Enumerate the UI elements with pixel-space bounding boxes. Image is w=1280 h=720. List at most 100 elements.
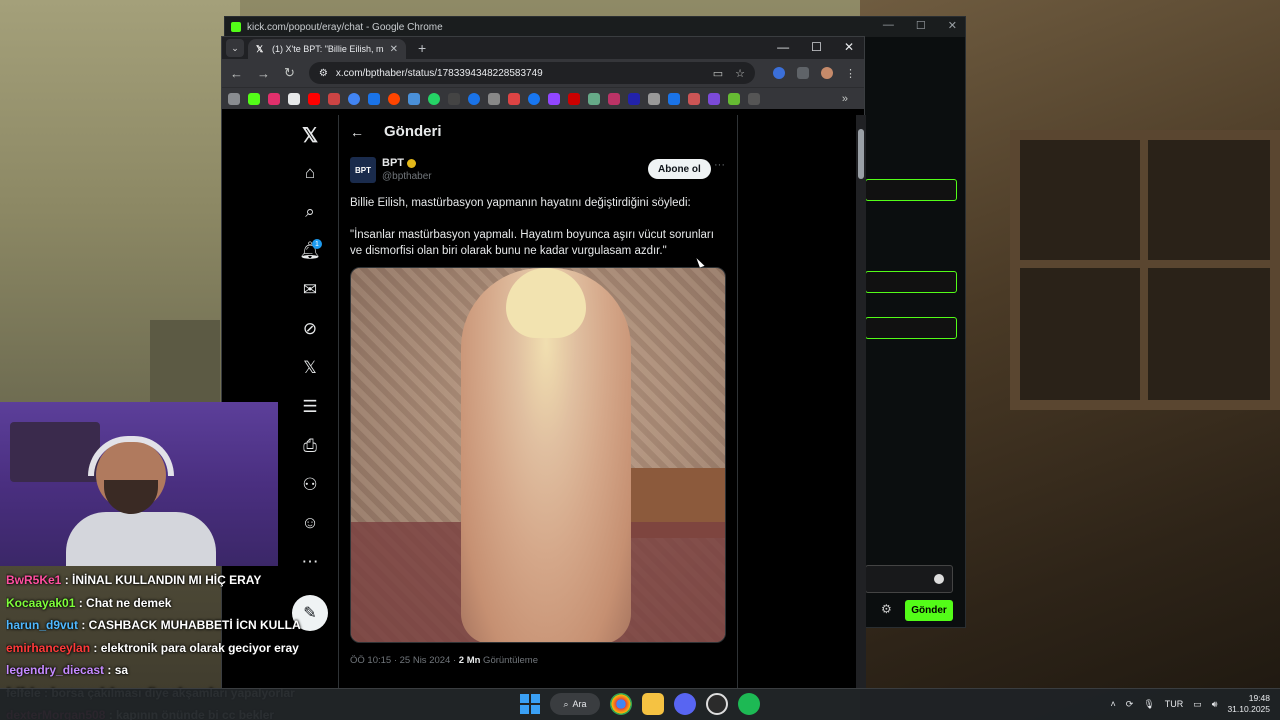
bookmark-icon[interactable] <box>608 92 620 105</box>
file-explorer-icon[interactable] <box>642 693 664 715</box>
chrome-window[interactable]: ⌄ 𝕏 (1) X'te BPT: "Billie Eilish, mastü … <box>221 36 866 689</box>
back-icon[interactable]: ← <box>230 66 243 81</box>
send-button[interactable]: Gönder <box>905 600 953 621</box>
close-tab-icon[interactable]: ✕ <box>390 44 398 55</box>
address-bar[interactable]: ⚙ x.com/bpthaber/status/1783394348228583… <box>308 62 755 84</box>
post-timestamp[interactable]: ÖÖ 10:15 · 25 Nis 2024 · <box>350 655 459 666</box>
forward-icon[interactable]: → <box>257 66 270 81</box>
author-handle[interactable]: @bpthaber <box>382 171 432 182</box>
maximize-icon[interactable]: ☐ <box>916 19 926 32</box>
lists-icon[interactable]: ☰ <box>296 393 324 421</box>
premium-icon[interactable]: 𝕏 <box>296 354 324 382</box>
reload-icon[interactable]: ↻ <box>284 65 295 81</box>
webcam-shelf <box>10 422 100 482</box>
page-title: Gönderi <box>384 123 442 140</box>
gear-icon[interactable]: ⚙ <box>881 602 892 616</box>
bookmark-icon[interactable] <box>648 92 660 105</box>
bookmark-icon[interactable] <box>568 92 580 105</box>
minimize-icon[interactable]: — <box>777 40 789 54</box>
sync-icon[interactable]: ⟳ <box>1126 699 1134 710</box>
post-image[interactable] <box>350 267 726 643</box>
clock-time: 19:48 <box>1248 693 1270 703</box>
kick-input-field[interactable] <box>865 179 957 201</box>
tab-search-icon[interactable]: ⌄ <box>226 39 244 57</box>
extension-icon[interactable] <box>773 67 785 79</box>
taskbar-search[interactable]: ⌕ Ara <box>550 693 600 715</box>
avatar[interactable] <box>821 67 833 79</box>
obs-icon[interactable] <box>706 693 728 715</box>
apps-grid-icon[interactable] <box>228 92 240 105</box>
menu-dots-icon[interactable]: ⋮ <box>845 67 856 80</box>
bookmark-icon[interactable] <box>468 92 480 105</box>
close-icon[interactable]: ✕ <box>844 40 854 54</box>
avatar[interactable]: BPT <box>350 157 376 183</box>
kick-bookmark-icon[interactable] <box>248 92 260 105</box>
reddit-bookmark-icon[interactable] <box>388 92 400 105</box>
volume-icon[interactable]: 🔊︎ <box>1212 699 1218 710</box>
taskbar-search-label: Ara <box>572 699 587 709</box>
back-arrow-icon[interactable]: ← <box>350 124 364 140</box>
bookmark-icon[interactable] <box>728 92 740 105</box>
background-window <box>1010 130 1280 410</box>
maximize-icon[interactable]: ☐ <box>811 40 822 54</box>
instagram-bookmark-icon[interactable] <box>268 92 280 105</box>
x-bookmark-icon[interactable] <box>288 92 300 105</box>
kick-input-field[interactable] <box>865 271 957 293</box>
x-logo-icon[interactable]: 𝕏 <box>296 121 324 149</box>
bookmark-icon[interactable] <box>628 92 640 105</box>
bookmark-icon[interactable] <box>368 92 380 105</box>
minimize-icon[interactable]: — <box>883 19 894 32</box>
search-icon[interactable]: ⌕ <box>296 198 324 226</box>
more-options-icon[interactable]: ··· <box>714 159 725 171</box>
bookmark-icon[interactable] <box>408 92 420 105</box>
network-icon[interactable]: ▭ <box>1193 699 1202 710</box>
bookmark-icon[interactable] <box>688 92 700 105</box>
windows-start-icon[interactable] <box>520 694 540 714</box>
scrollbar[interactable] <box>856 115 866 689</box>
whatsapp-bookmark-icon[interactable] <box>428 92 440 105</box>
notifications-icon[interactable]: 🔔︎ 1 <box>296 237 324 265</box>
profile-icon[interactable]: ☺ <box>296 509 324 537</box>
bookmark-icon[interactable] <box>748 92 760 105</box>
home-icon[interactable]: ⌂ <box>296 159 324 187</box>
chevron-right-icon[interactable]: » <box>842 93 848 105</box>
bookmarks-icon[interactable]: ⎙ <box>296 432 324 460</box>
bookmark-icon[interactable] <box>328 92 340 105</box>
kick-chat-input[interactable] <box>865 565 953 593</box>
google-bookmark-icon[interactable] <box>348 92 360 105</box>
messages-icon[interactable]: ✉ <box>296 276 324 304</box>
site-info-icon[interactable]: ⚙ <box>319 68 328 79</box>
kick-input-field[interactable] <box>865 317 957 339</box>
emoji-icon[interactable] <box>934 574 944 584</box>
bookmark-icon[interactable] <box>708 92 720 105</box>
post-author[interactable]: BPT BPT @bpthaber <box>350 157 432 183</box>
bookmark-icon[interactable] <box>668 92 680 105</box>
chevron-up-icon[interactable]: ˄ <box>1111 699 1116 709</box>
puzzle-icon[interactable] <box>797 67 809 79</box>
language-indicator[interactable]: TUR <box>1165 699 1184 709</box>
facebook-bookmark-icon[interactable] <box>528 92 540 105</box>
grok-icon[interactable]: ⊘ <box>296 315 324 343</box>
subscribe-button[interactable]: Abone ol <box>648 159 711 179</box>
twitch-bookmark-icon[interactable] <box>548 92 560 105</box>
new-tab-icon[interactable]: + <box>418 40 426 56</box>
tab-active[interactable]: 𝕏 (1) X'te BPT: "Billie Eilish, mastü ✕ <box>248 39 406 59</box>
bookmark-star-icon[interactable]: ☆ <box>735 67 745 80</box>
bookmark-icon[interactable] <box>508 92 520 105</box>
bookmark-icon[interactable] <box>588 92 600 105</box>
chrome-taskbar-icon[interactable] <box>610 693 632 715</box>
spotify-icon[interactable] <box>738 693 760 715</box>
install-app-icon[interactable]: ▭ <box>713 67 723 80</box>
author-name[interactable]: BPT <box>382 157 404 169</box>
discord-icon[interactable] <box>674 693 696 715</box>
scrollbar-thumb[interactable] <box>858 129 864 179</box>
bookmark-icon[interactable] <box>448 92 460 105</box>
communities-icon[interactable]: ⚇ <box>296 471 324 499</box>
youtube-bookmark-icon[interactable] <box>308 92 320 105</box>
taskbar: ⌕ Ara ˄ ⟳ 🎙︎ TUR ▭ 🔊︎ 19:48 31.10.2025 <box>0 688 1280 720</box>
close-icon[interactable]: ✕ <box>948 19 957 32</box>
microphone-icon[interactable]: 🎙︎ <box>1143 699 1154 710</box>
bookmark-icon[interactable] <box>488 92 500 105</box>
page-viewport[interactable]: 𝕏 ⌂ ⌕ 🔔︎ 1 ✉ ⊘ 𝕏 ☰ ⎙ ⚇ ☺ ⋯ ✎ ← Gönderi BP… <box>222 115 866 689</box>
clock[interactable]: 19:48 31.10.2025 <box>1227 693 1270 715</box>
